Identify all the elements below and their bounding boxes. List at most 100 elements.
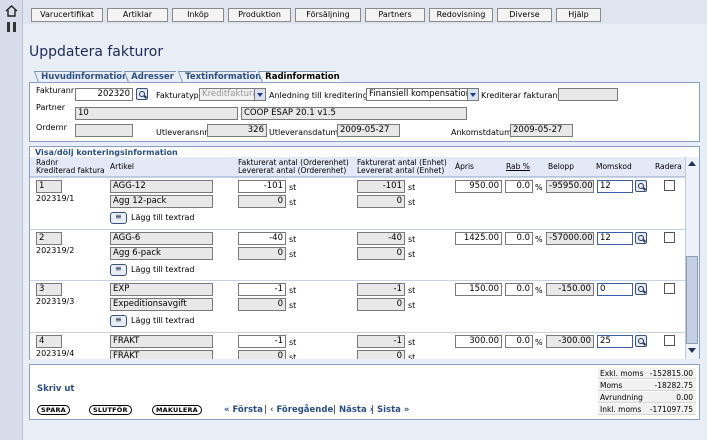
- radera-checkbox[interactable]: [664, 283, 675, 294]
- lev-enhet-field: 0: [357, 247, 405, 260]
- artikel-field: AGG-6: [110, 232, 213, 245]
- percent-label: %: [535, 183, 543, 192]
- pager-next[interactable]: Nästa ›: [339, 405, 373, 415]
- apris-input[interactable]: 1425.00: [455, 232, 502, 245]
- unit-label: st: [408, 250, 416, 259]
- unit-label: st: [289, 301, 297, 310]
- artikel-field: EXP: [110, 283, 213, 296]
- scrollbar-thumb[interactable]: [686, 256, 698, 344]
- ordernr-field: [75, 124, 133, 137]
- save-button[interactable]: SPARA: [37, 405, 70, 415]
- add-text-icon[interactable]: [110, 212, 127, 224]
- fakturanr-field[interactable]: 202320: [75, 88, 133, 101]
- anledning-select[interactable]: Finansiell kompensation: [366, 88, 479, 101]
- menu-inkop[interactable]: Inköp: [172, 8, 224, 22]
- belopp-field: -150.00: [546, 283, 594, 296]
- unit-label: st: [408, 198, 416, 207]
- fakturatyp-label: Fakturatyp: [156, 91, 199, 100]
- fakt-order-input[interactable]: -40: [238, 232, 286, 245]
- krediterad-ref: 202319/4: [36, 349, 75, 358]
- menu-artiklar[interactable]: Artiklar: [107, 8, 168, 22]
- radera-checkbox[interactable]: [664, 180, 675, 191]
- fakt-order-input[interactable]: -101: [238, 180, 286, 193]
- momskod-search-icon[interactable]: [635, 232, 647, 244]
- radera-checkbox[interactable]: [664, 232, 675, 243]
- col-lev-enhet: Levererat antal (Enhet): [357, 166, 445, 175]
- fakturatyp-select[interactable]: Kreditfaktura: [199, 88, 266, 101]
- print-link[interactable]: Skriv ut: [37, 384, 75, 394]
- lev-enhet-field: 0: [357, 298, 405, 311]
- percent-label: %: [535, 235, 543, 244]
- row-divider: [30, 229, 685, 230]
- total-moms: Moms -18282.75: [598, 380, 696, 391]
- rab-input[interactable]: 0.0: [505, 335, 533, 348]
- krediterad-ref: 202319/1: [36, 194, 75, 203]
- add-text-icon[interactable]: [110, 264, 127, 276]
- fakt-enhet-field: -1: [357, 335, 405, 348]
- fakt-enhet-field: -101: [357, 180, 405, 193]
- momskod-search-icon[interactable]: [635, 180, 647, 192]
- menu-produktion[interactable]: Produktion: [228, 8, 291, 22]
- anledning-label: Anledning till kreditering: [269, 91, 368, 100]
- add-text-link[interactable]: Lägg till textrad: [131, 316, 194, 325]
- unit-label: st: [408, 338, 416, 347]
- momskod-input[interactable]: 25: [597, 335, 633, 348]
- row-divider: [30, 332, 685, 333]
- apris-input[interactable]: 150.00: [455, 283, 502, 296]
- page-title: Uppdatera fakturor: [29, 44, 164, 60]
- menu-redovisning[interactable]: Redovisning: [429, 8, 493, 22]
- col-lev-order: Levererat antal (Orderenhet): [238, 166, 347, 175]
- scroll-up-icon[interactable]: [688, 161, 696, 166]
- utleveransnr-label: Utleveransnr: [156, 128, 208, 137]
- momskod-search-icon[interactable]: [635, 283, 647, 295]
- col-rab[interactable]: Rab %: [506, 163, 530, 171]
- left-sidebar: [0, 0, 23, 440]
- artikel-field: FRAKT: [110, 335, 213, 348]
- home-icon[interactable]: [5, 5, 18, 17]
- fakt-order-input[interactable]: -1: [238, 283, 286, 296]
- pager-sep-2: |: [333, 405, 337, 415]
- ankomstdatum-field: 2009-05-27: [510, 124, 573, 137]
- partner-name-field: COOP ESAP 20.1 v1.5: [241, 107, 467, 120]
- toggle-kontering-link[interactable]: Visa/dölj konteringsinformation: [35, 148, 178, 157]
- void-button[interactable]: MAKULERA: [152, 405, 202, 415]
- pager-last[interactable]: Sista »: [377, 405, 409, 415]
- momskod-input[interactable]: 12: [597, 180, 633, 193]
- pager-first[interactable]: « Första: [224, 405, 263, 415]
- add-text-link[interactable]: Lägg till textrad: [131, 265, 194, 274]
- unit-label: st: [408, 235, 416, 244]
- apris-input[interactable]: 300.00: [455, 335, 502, 348]
- unit-label: st: [408, 301, 416, 310]
- ordernr-label: Ordernr: [36, 123, 67, 132]
- momskod-input[interactable]: 0: [597, 283, 633, 296]
- menu-diverse[interactable]: Diverse: [497, 8, 552, 22]
- radnr-field: 4: [36, 335, 62, 348]
- lines-column-header: Radnr Krediterad faktura Artikel Fakture…: [30, 157, 685, 177]
- unit-label: st: [289, 235, 297, 244]
- pause-icon[interactable]: [5, 21, 18, 33]
- momskod-search-icon[interactable]: [635, 335, 647, 347]
- rab-input[interactable]: 0.0: [505, 283, 533, 296]
- unit-label: st: [289, 250, 297, 259]
- momskod-input[interactable]: 12: [597, 232, 633, 245]
- unit-label: st: [408, 183, 416, 192]
- rab-input[interactable]: 0.0: [505, 180, 533, 193]
- pager-sep-3: |: [371, 405, 375, 415]
- add-text-icon[interactable]: [110, 315, 127, 327]
- menu-varucertifikat[interactable]: Varucertifikat: [31, 8, 103, 22]
- add-text-link[interactable]: Lägg till textrad: [131, 213, 194, 222]
- finish-button[interactable]: SLUTFÖR: [89, 405, 132, 415]
- krediterar-field[interactable]: [558, 88, 618, 101]
- menu-forsaljning[interactable]: Försäljning: [295, 8, 361, 22]
- rab-input[interactable]: 0.0: [505, 232, 533, 245]
- menu-hjalp[interactable]: Hjälp: [556, 8, 601, 22]
- menu-partners[interactable]: Partners: [365, 8, 425, 22]
- radera-checkbox[interactable]: [664, 335, 675, 346]
- scroll-down-icon[interactable]: [688, 348, 696, 353]
- percent-label: %: [535, 286, 543, 295]
- col-radera: Radera: [655, 162, 682, 171]
- fakt-order-input[interactable]: -1: [238, 335, 286, 348]
- apris-input[interactable]: 950.00: [455, 180, 502, 193]
- pager-prev[interactable]: ‹ Föregående: [270, 405, 333, 415]
- fakturanr-search-icon[interactable]: [136, 88, 148, 100]
